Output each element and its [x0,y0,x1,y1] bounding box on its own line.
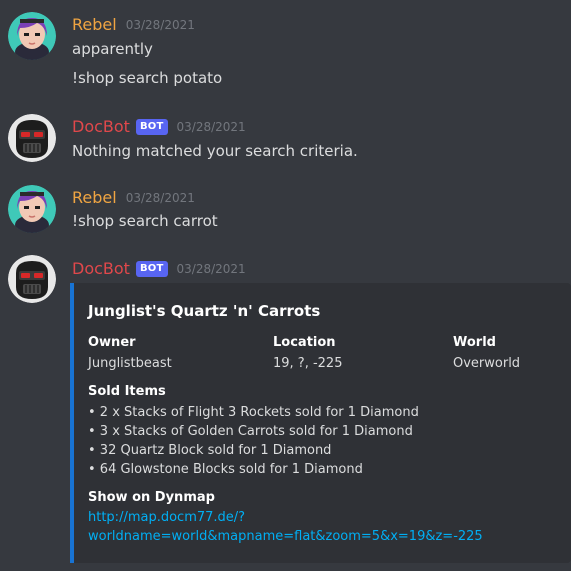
anime-girl-avatar-icon [8,12,56,60]
sold-item: • 32 Quartz Block sold for 1 Diamond [88,443,332,458]
message-text: Nothing matched your search criteria. [72,142,358,160]
username[interactable]: Rebel [72,188,117,207]
timestamp: 03/28/2021 [176,261,246,276]
message-header: DocBot BOT 03/28/2021 [72,117,246,136]
embed-field-value: Overworld [453,356,521,371]
message-text: !shop search carrot [72,212,218,230]
timestamp: 03/28/2021 [125,190,195,205]
sold-item: • 64 Glowstone Blocks sold for 1 Diamond [88,462,363,477]
bot-badge: BOT [135,260,168,277]
avatar[interactable] [8,185,56,233]
message-header: DocBot BOT 03/28/2021 [72,259,246,278]
dynmap-link[interactable]: worldname=world&mapname=flat&zoom=5&x=19… [88,529,483,544]
username[interactable]: DocBot [72,117,130,136]
avatar[interactable] [8,255,56,303]
embed-field-value: Junglistbeast [88,356,172,371]
message-text: apparently [72,40,153,58]
sold-items-heading: Sold Items [88,384,166,399]
embed-field-name: Location [273,335,336,350]
bot-badge: BOT [135,118,168,135]
masked-robot-avatar-icon [8,255,56,303]
avatar[interactable] [8,12,56,60]
avatar[interactable] [8,114,56,162]
timestamp: 03/28/2021 [176,119,246,134]
message-header: Rebel 03/28/2021 [72,15,195,34]
dynmap-heading: Show on Dynmap [88,490,215,505]
message-text: !shop search potato [72,69,223,87]
anime-girl-avatar-icon [8,185,56,233]
sold-item: • 3 x Stacks of Golden Carrots sold for … [88,424,413,439]
masked-robot-avatar-icon [8,114,56,162]
timestamp: 03/28/2021 [125,17,195,32]
embed-title: Junglist's Quartz 'n' Carrots [88,302,321,320]
embed-field-value: 19, ?, -225 [273,356,343,371]
sold-item: • 2 x Stacks of Flight 3 Rockets sold fo… [88,405,419,420]
message-header: Rebel 03/28/2021 [72,188,195,207]
shop-embed: Junglist's Quartz 'n' Carrots Owner Jung… [70,283,571,563]
username[interactable]: Rebel [72,15,117,34]
username[interactable]: DocBot [72,259,130,278]
embed-field-name: World [453,335,496,350]
dynmap-link[interactable]: http://map.docm77.de/? [88,510,245,525]
embed-field-name: Owner [88,335,136,350]
